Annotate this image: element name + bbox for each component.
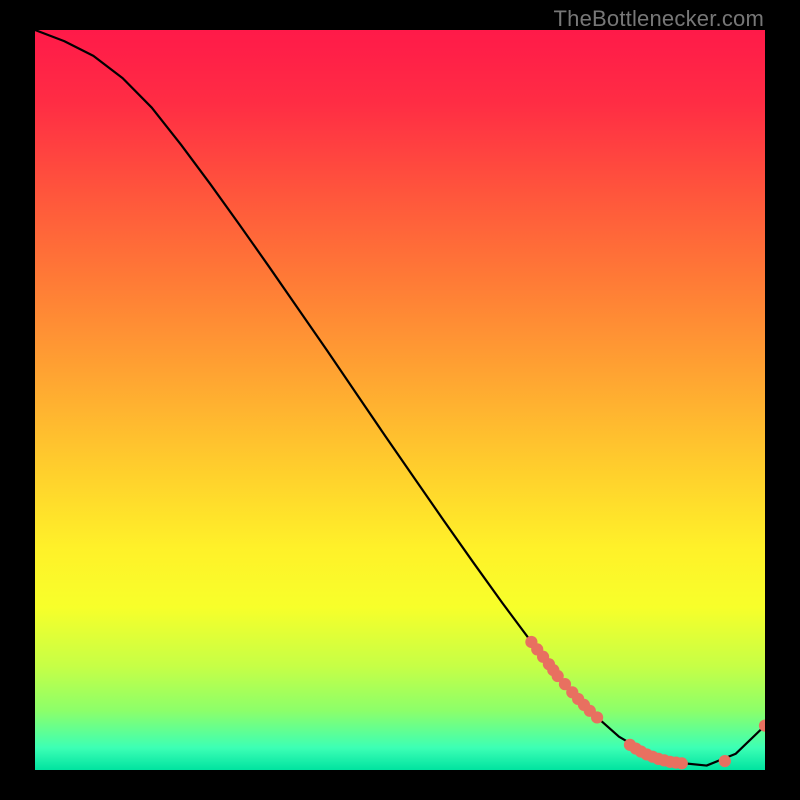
- chart-stage: TheBottlenecker.com: [0, 0, 800, 800]
- data-point: [591, 711, 603, 723]
- chart-svg: [35, 30, 765, 770]
- data-points-group: [525, 636, 765, 770]
- watermark-text: TheBottlenecker.com: [554, 6, 764, 32]
- plot-area: [35, 30, 765, 770]
- bottleneck-curve: [35, 30, 765, 766]
- data-point: [676, 757, 688, 769]
- data-point: [719, 755, 731, 767]
